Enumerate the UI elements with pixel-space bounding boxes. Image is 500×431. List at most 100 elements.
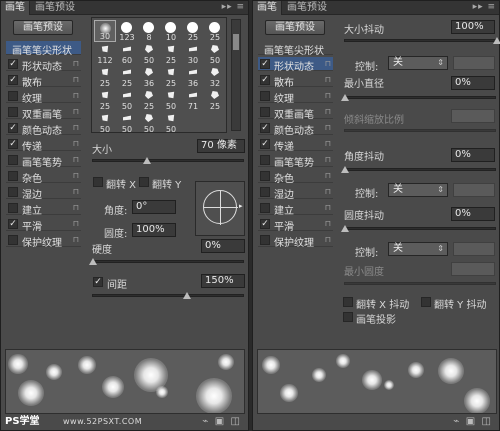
checkbox-icon[interactable] [260,203,270,213]
sidebar-item[interactable]: 双重画笔 ⊓ [258,105,333,121]
spacing-slider[interactable] [92,292,244,299]
lock-icon[interactable]: ⊓ [73,59,79,68]
brush-tip-cell[interactable]: 25 [138,89,160,111]
sidebar-item[interactable]: ✓ 形状动态 ⊓ [6,57,81,73]
lock-icon[interactable]: ⊓ [73,219,79,228]
spacing-field[interactable]: 150% [201,274,245,288]
roundness-control-select[interactable]: 关 ⇕ [388,242,448,256]
size-control-select[interactable]: 关 ⇕ [388,56,448,70]
checkbox-icon[interactable] [8,187,18,197]
roundness-jitter-field[interactable]: 0% [451,207,495,221]
sidebar-item[interactable]: ✓ 平滑 ⊓ [6,217,81,233]
lock-icon[interactable]: ⊓ [73,235,79,244]
hardness-slider-thumb[interactable] [89,258,97,265]
angle-control-select[interactable]: 关 ⇕ [388,183,448,197]
size-jitter-slider-thumb[interactable] [493,37,500,44]
checkbox-checked-icon[interactable]: ✓ [260,219,270,229]
checkbox-icon[interactable] [8,155,18,165]
brush-tip-cell[interactable]: 36 [138,66,160,88]
brush-tip-cell[interactable]: 50 [160,112,182,134]
new-preset-icon[interactable]: ▣ [466,416,475,427]
brush-tip-cell[interactable]: 25 [160,43,182,65]
sidebar-item[interactable]: 杂色 ⊓ [6,169,81,185]
lock-icon[interactable]: ⊓ [325,91,331,100]
checkbox-checked-icon[interactable]: ✓ [260,59,270,69]
brush-presets-button[interactable]: 画笔预设 [265,20,325,35]
sidebar-item[interactable]: 保护纹理 ⊓ [6,233,81,249]
tab-brush-presets[interactable]: 画笔预设 [283,1,331,15]
brush-tip-cell[interactable]: 60 [116,43,138,65]
sidebar-item[interactable]: ✓ 传递 ⊓ [258,137,333,153]
checkbox-checked-icon[interactable]: ✓ [8,219,18,229]
lock-icon[interactable]: ⊓ [325,107,331,116]
brush-tip-cell[interactable]: 25 [116,66,138,88]
angle-jitter-slider-thumb[interactable] [341,166,349,173]
sidebar-item[interactable]: 湿边 ⊓ [6,185,81,201]
brush-tip-cell[interactable]: 50 [204,43,226,65]
spacing-slider-thumb[interactable] [183,292,191,299]
toggle-bristle-preview-icon[interactable]: ⌁ [202,416,208,427]
lock-icon[interactable]: ⊓ [325,219,331,228]
checkbox-icon[interactable] [8,107,18,117]
new-preset-icon[interactable]: ▣ [215,416,224,427]
brush-tip-cell[interactable]: 112 [94,43,116,65]
brush-tip-cell[interactable]: 50 [160,89,182,111]
sidebar-item[interactable]: 保护纹理 ⊓ [258,233,333,249]
checkbox-icon[interactable] [260,155,270,165]
size-slider[interactable] [92,157,244,164]
sidebar-item[interactable]: 纹理 ⊓ [258,89,333,105]
checkbox-checked-icon[interactable]: ✓ [8,59,18,69]
brush-tip-cell[interactable]: 25 [182,20,204,42]
min-diameter-field[interactable]: 0% [451,76,495,90]
lock-icon[interactable]: ⊓ [325,59,331,68]
angle-roundness-widget[interactable]: ▸ [195,181,245,236]
brush-tip-cell[interactable]: 50 [138,43,160,65]
size-jitter-field[interactable]: 100% [451,20,495,34]
sidebar-item[interactable]: 画笔笔势 ⊓ [6,153,81,169]
hardness-slider[interactable] [89,258,244,265]
lock-icon[interactable]: ⊓ [73,75,79,84]
sidebar-item[interactable]: 画笔笔势 ⊓ [258,153,333,169]
brush-tip-cell[interactable]: 25 [94,66,116,88]
checkbox-checked-icon[interactable]: ✓ [260,123,270,133]
checkbox-icon[interactable] [260,107,270,117]
brush-tip-cell[interactable]: 36 [182,66,204,88]
angle-field[interactable]: 0° [132,200,176,214]
roundness-jitter-slider[interactable] [341,225,496,232]
sidebar-item[interactable]: 双重画笔 ⊓ [6,105,81,121]
brush-tip-cell[interactable]: 10 [160,20,182,42]
brush-tip-cell[interactable]: 50 [94,112,116,134]
checkbox-icon[interactable] [260,187,270,197]
tab-brush[interactable]: 画笔 [253,1,282,15]
min-diameter-slider-thumb[interactable] [341,94,349,101]
lock-icon[interactable]: ⊓ [73,187,79,196]
brush-tip-cell[interactable]: 50 [116,89,138,111]
brush-projection-checkbox[interactable] [343,312,353,322]
sidebar-item[interactable]: ✓ 颜色动态 ⊓ [258,121,333,137]
size-field[interactable]: 70 像素 [197,139,245,153]
sidebar-item[interactable]: ✓ 平滑 ⊓ [258,217,333,233]
spacing-checkbox[interactable]: ✓ [93,277,103,287]
brush-tip-cell[interactable]: 32 [204,66,226,88]
lock-icon[interactable]: ⊓ [73,139,79,148]
min-diameter-slider[interactable] [341,94,496,101]
sidebar-item[interactable]: 湿边 ⊓ [258,185,333,201]
checkbox-checked-icon[interactable]: ✓ [8,123,18,133]
create-new-brush-icon[interactable]: ◫ [482,416,491,427]
brush-grid-scrollbar[interactable] [231,19,241,131]
lock-icon[interactable]: ⊓ [73,203,79,212]
checkbox-icon[interactable] [8,91,18,101]
lock-icon[interactable]: ⊓ [325,75,331,84]
checkbox-icon[interactable] [8,235,18,245]
flip-y-jitter-checkbox[interactable] [421,297,431,307]
brush-tip-cell[interactable]: 30 [182,43,204,65]
sidebar-item[interactable]: ✓ 形状动态 ⊓ [258,57,333,73]
hardness-field[interactable]: 0% [201,239,245,253]
lock-icon[interactable]: ⊓ [325,139,331,148]
checkbox-icon[interactable] [260,235,270,245]
checkbox-icon[interactable] [8,171,18,181]
lock-icon[interactable]: ⊓ [325,123,331,132]
brush-tip-cell[interactable]: 123 [116,20,138,42]
tab-brush[interactable]: 画笔 [1,1,30,15]
angle-jitter-field[interactable]: 0% [451,148,495,162]
